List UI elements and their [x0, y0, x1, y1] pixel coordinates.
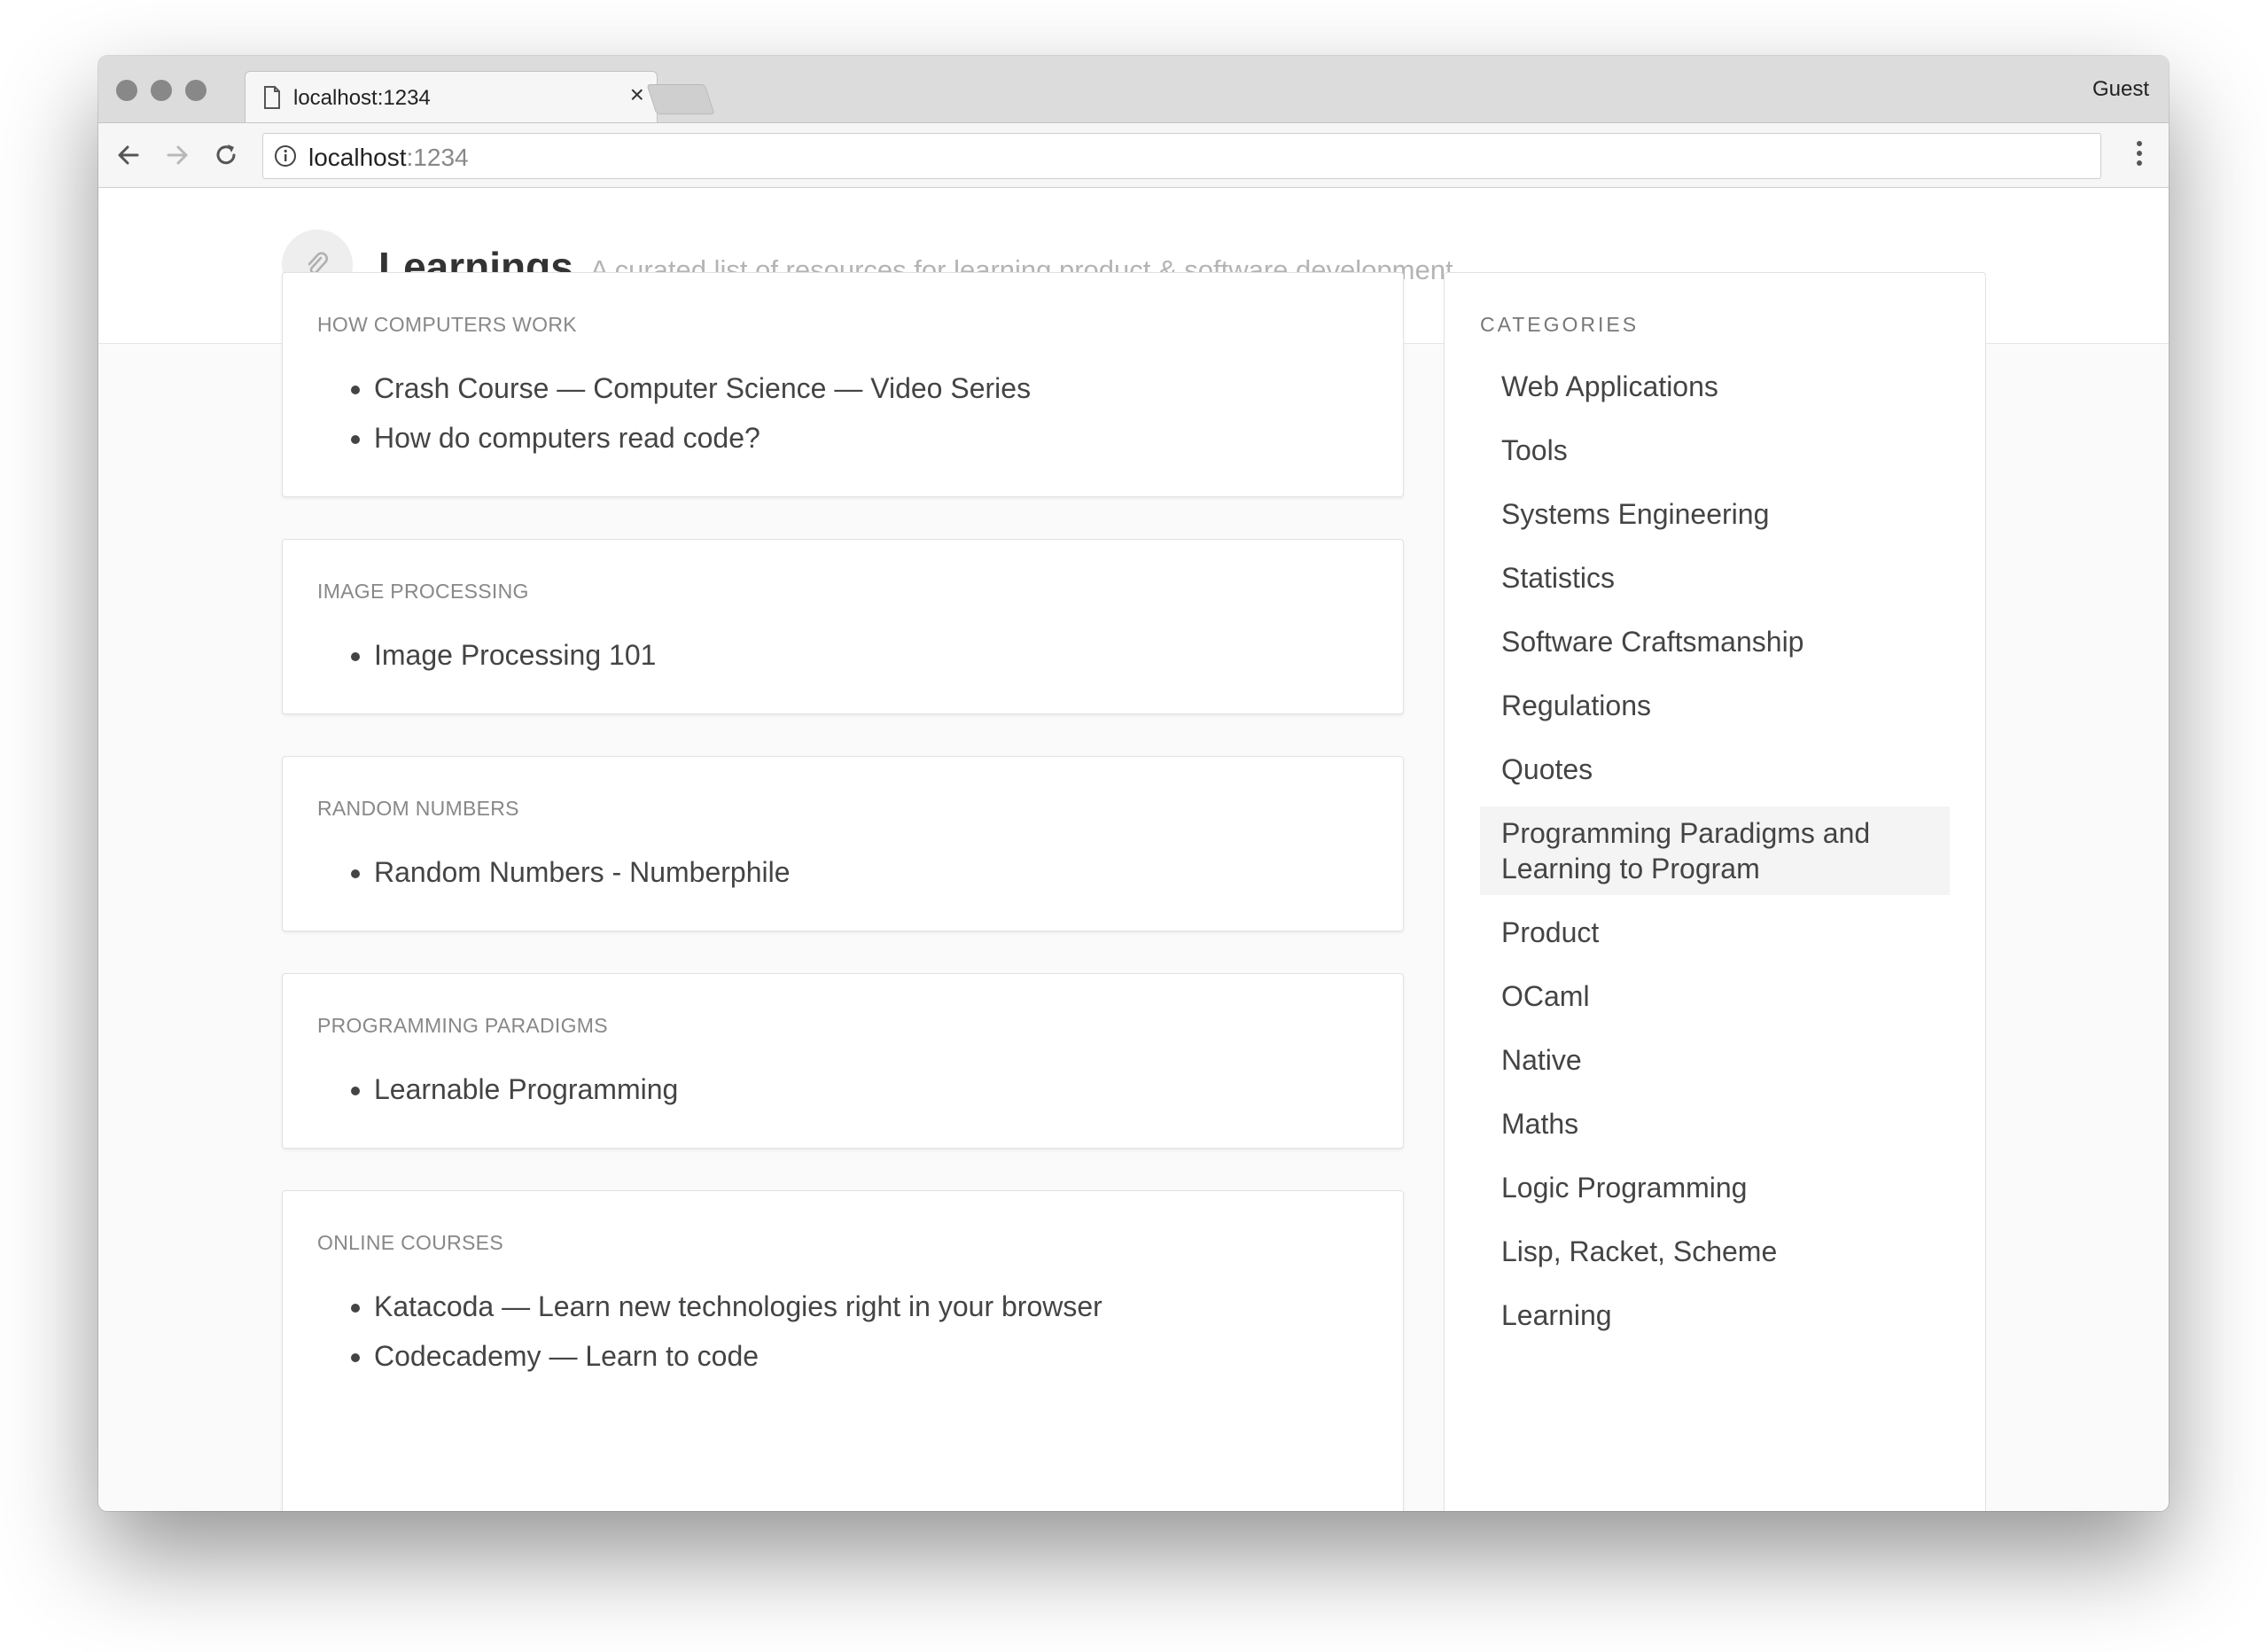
category-item[interactable]: Learning: [1480, 1289, 1950, 1342]
url-port: :1234: [406, 144, 469, 171]
back-arrow-icon[interactable]: [113, 139, 144, 171]
address-bar[interactable]: localhost:1234: [262, 133, 2101, 179]
browser-window: localhost:1234 × Guest localhost:1234 Le…: [98, 56, 2169, 1511]
resource-link[interactable]: Crash Course — Computer Science — Video …: [374, 363, 1031, 413]
category-item[interactable]: Native: [1480, 1033, 1950, 1087]
page-content: Learnings A curated list of resources fo…: [98, 188, 2169, 1511]
zoom-window-button[interactable]: [185, 80, 206, 101]
category-card: IMAGE PROCESSING Image Processing 101: [282, 539, 1404, 714]
card-title: ONLINE COURSES: [317, 1231, 503, 1254]
category-item[interactable]: Product: [1480, 906, 1950, 959]
url-text: localhost:1234: [308, 144, 469, 172]
category-item[interactable]: Quotes: [1480, 743, 1950, 796]
minimize-window-button[interactable]: [151, 80, 172, 101]
sidebar-title: CATEGORIES: [1480, 313, 1640, 336]
category-item[interactable]: Regulations: [1480, 679, 1950, 732]
category-item[interactable]: Web Applications: [1480, 360, 1950, 413]
category-item[interactable]: OCaml: [1480, 970, 1950, 1023]
resource-link[interactable]: Random Numbers - Numberphile: [374, 847, 791, 897]
info-icon[interactable]: [274, 144, 297, 168]
link-list: Image Processing 101: [317, 630, 656, 680]
categories-sidebar: CATEGORIES Web Applications Tools System…: [1444, 272, 1986, 1511]
resource-link[interactable]: Image Processing 101: [374, 630, 656, 680]
card-title: PROGRAMMING PARADIGMS: [317, 1014, 608, 1037]
new-tab-button[interactable]: [646, 84, 715, 114]
card-title: RANDOM NUMBERS: [317, 797, 519, 820]
category-card: ONLINE COURSES Katacoda — Learn new tech…: [282, 1190, 1404, 1511]
link-list: Crash Course — Computer Science — Video …: [317, 363, 1031, 463]
tab-bar: localhost:1234 × Guest: [98, 56, 2169, 124]
page-icon: [264, 86, 280, 109]
category-item[interactable]: Logic Programming: [1480, 1161, 1950, 1214]
category-item[interactable]: Software Craftsmanship: [1480, 615, 1950, 668]
link-list: Random Numbers - Numberphile: [317, 847, 791, 897]
close-window-button[interactable]: [116, 80, 137, 101]
category-card: HOW COMPUTERS WORK Crash Course — Comput…: [282, 272, 1404, 497]
category-item[interactable]: Lisp, Racket, Scheme: [1480, 1225, 1950, 1278]
browser-tab-active[interactable]: localhost:1234 ×: [245, 71, 658, 124]
category-item[interactable]: Maths: [1480, 1097, 1950, 1150]
card-title: IMAGE PROCESSING: [317, 580, 529, 603]
link-list: Learnable Programming: [317, 1064, 678, 1114]
browser-toolbar: localhost:1234: [98, 122, 2169, 188]
browser-menu-icon[interactable]: [2137, 141, 2144, 171]
category-item[interactable]: Systems Engineering: [1480, 487, 1950, 541]
category-item[interactable]: Statistics: [1480, 551, 1950, 604]
resource-link[interactable]: How do computers read code?: [374, 413, 1031, 463]
card-title: HOW COMPUTERS WORK: [317, 313, 577, 336]
tab-title: localhost:1234: [293, 86, 431, 110]
category-card: RANDOM NUMBERS Random Numbers - Numberph…: [282, 756, 1404, 931]
category-item[interactable]: Tools: [1480, 424, 1950, 477]
category-item-active[interactable]: Programming Paradigms and Learning to Pr…: [1480, 807, 1950, 895]
reload-icon[interactable]: [210, 139, 242, 171]
url-host: localhost: [308, 144, 407, 171]
profile-label[interactable]: Guest: [2092, 77, 2149, 102]
category-card: PROGRAMMING PARADIGMS Learnable Programm…: [282, 973, 1404, 1149]
resource-link[interactable]: Katacoda — Learn new technologies right …: [374, 1282, 1102, 1331]
link-list: Katacoda — Learn new technologies right …: [317, 1282, 1102, 1381]
resource-link[interactable]: Learnable Programming: [374, 1064, 678, 1114]
tab-close-icon[interactable]: ×: [630, 81, 644, 108]
resource-link[interactable]: Codecademy — Learn to code: [374, 1331, 1102, 1381]
category-list: Web Applications Tools Systems Engineeri…: [1480, 360, 1950, 1352]
forward-arrow-icon[interactable]: [161, 139, 193, 171]
